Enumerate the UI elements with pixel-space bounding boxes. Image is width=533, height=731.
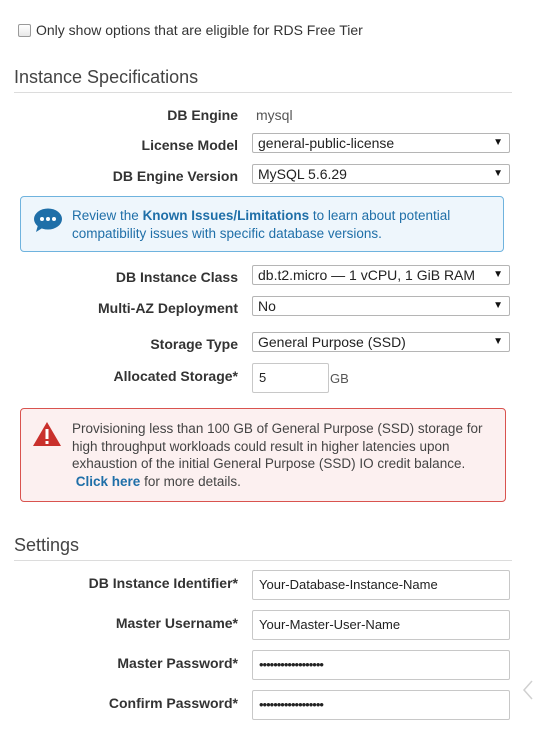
speech-bubble-icon bbox=[34, 208, 62, 232]
allocated-storage-input[interactable]: 5 bbox=[252, 363, 329, 393]
warning-text: Provisioning less than 100 GB of General… bbox=[72, 421, 483, 471]
engine-version-label: DB Engine Version bbox=[112, 168, 238, 184]
section-divider bbox=[14, 560, 512, 561]
engine-version-value: MySQL 5.6.29 bbox=[258, 166, 347, 182]
info-prefix: Review the bbox=[72, 208, 139, 223]
warning-message: Provisioning less than 100 GB of General… bbox=[72, 420, 502, 490]
db-engine-label: DB Engine bbox=[167, 107, 238, 123]
warning-suffix: for more details. bbox=[144, 473, 241, 489]
instance-specifications-title: Instance Specifications bbox=[14, 67, 199, 87]
allocated-storage-label: Allocated Storage* bbox=[113, 368, 238, 384]
multi-az-value: No bbox=[258, 298, 276, 314]
storage-type-label: Storage Type bbox=[150, 336, 238, 352]
storage-type-select[interactable]: General Purpose (SSD) ▼ bbox=[252, 332, 510, 352]
master-password-label: Master Password* bbox=[117, 655, 238, 671]
storage-type-value: General Purpose (SSD) bbox=[258, 334, 406, 350]
license-model-value: general-public-license bbox=[258, 135, 395, 151]
info-message: Review the Known Issues/Limitations to l… bbox=[72, 207, 492, 243]
caret-down-icon: ▼ bbox=[493, 336, 503, 347]
instance-identifier-label: DB Instance Identifier* bbox=[88, 575, 238, 591]
caret-down-icon: ▼ bbox=[493, 300, 503, 311]
free-tier-checkbox-row[interactable]: Only show options that are eligible for … bbox=[18, 22, 363, 38]
known-issues-link[interactable]: Known Issues/Limitations bbox=[143, 208, 310, 223]
master-username-label: Master Username* bbox=[115, 615, 238, 631]
master-password-input[interactable]: •••••••••••••••••• bbox=[252, 650, 510, 680]
instance-identifier-input[interactable]: Your-Database-Instance-Name bbox=[252, 570, 510, 600]
settings-title: Settings bbox=[14, 535, 80, 555]
confirm-password-label: Confirm Password* bbox=[108, 695, 238, 711]
caret-down-icon: ▼ bbox=[493, 168, 503, 179]
storage-warning-box: Provisioning less than 100 GB of General… bbox=[20, 408, 506, 502]
click-here-link[interactable]: Click here bbox=[76, 474, 141, 489]
known-issues-info-box: Review the Known Issues/Limitations to l… bbox=[20, 196, 504, 252]
instance-class-value: db.t2.micro — 1 vCPU, 1 GiB RAM bbox=[258, 267, 476, 283]
license-model-label: License Model bbox=[141, 137, 238, 153]
storage-unit-label: GB bbox=[330, 371, 349, 386]
section-divider bbox=[14, 92, 512, 93]
chevron-left-icon[interactable] bbox=[522, 680, 533, 700]
engine-version-select[interactable]: MySQL 5.6.29 ▼ bbox=[252, 164, 510, 184]
license-model-select[interactable]: general-public-license ▼ bbox=[252, 133, 510, 153]
db-engine-value: mysql bbox=[256, 107, 293, 123]
master-username-input[interactable]: Your-Master-User-Name bbox=[252, 610, 510, 640]
instance-class-label: DB Instance Class bbox=[115, 269, 238, 285]
multi-az-select[interactable]: No ▼ bbox=[252, 296, 510, 316]
caret-down-icon: ▼ bbox=[493, 137, 503, 148]
free-tier-checkbox[interactable] bbox=[18, 23, 31, 37]
instance-class-select[interactable]: db.t2.micro — 1 vCPU, 1 GiB RAM ▼ bbox=[252, 265, 510, 285]
free-tier-label: Only show options that are eligible for … bbox=[36, 22, 363, 38]
warning-triangle-icon bbox=[33, 422, 61, 446]
caret-down-icon: ▼ bbox=[493, 269, 503, 280]
confirm-password-input[interactable]: •••••••••••••••••• bbox=[252, 690, 510, 720]
multi-az-label: Multi-AZ Deployment bbox=[98, 300, 238, 316]
